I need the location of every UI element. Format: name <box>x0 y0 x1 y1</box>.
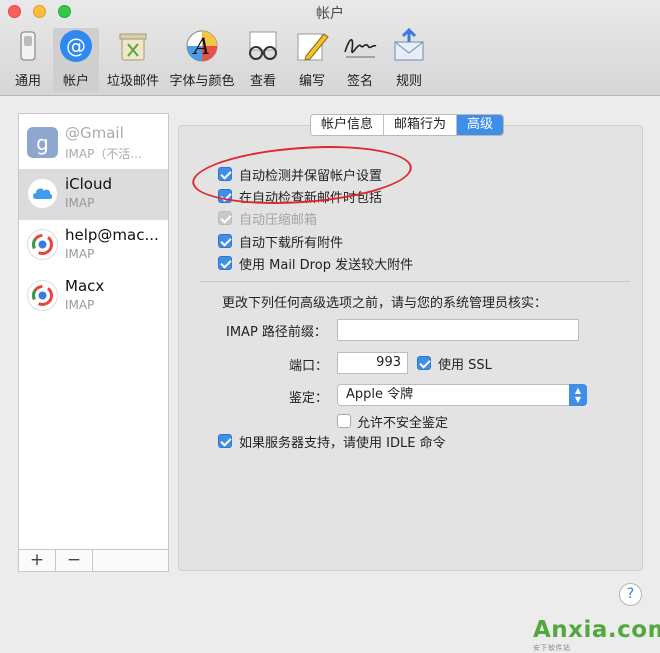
port-label: 端口： <box>289 359 329 374</box>
account-item-gmail[interactable]: g @Gmail IMAP（不活... <box>19 118 168 169</box>
auto-compact-checkbox <box>218 211 232 225</box>
toolbar-label: 规则 <box>395 74 422 89</box>
use-idle-label: 如果服务器支持，请使用 IDLE 命令 <box>239 436 446 451</box>
tab-mailbox-behaviors[interactable]: 邮箱行为 <box>384 115 458 135</box>
select-arrows-icon: ▲ ▼ <box>569 384 587 406</box>
help-button[interactable]: ? <box>619 583 642 606</box>
tab-advanced[interactable]: 高级 <box>457 115 504 135</box>
toolbar-rules[interactable]: 规则 <box>389 27 429 92</box>
window-title: 帐户 <box>316 6 344 22</box>
toolbar-junk[interactable]: 垃圾邮件 <box>104 28 162 92</box>
toolbar-compose[interactable]: 编写 <box>292 28 332 92</box>
account-name: iCloud <box>65 175 113 193</box>
toolbar-general[interactable]: 通用 <box>8 28 48 92</box>
imap-prefix-input[interactable] <box>337 319 579 341</box>
accounts-list: g @Gmail IMAP（不活... iCloud IMAP help@mac… <box>18 113 169 572</box>
imap-prefix-label: IMAP 路径前缀： <box>226 325 327 340</box>
mail-drop-checkbox[interactable] <box>218 256 232 270</box>
watermark-subtext: 安下软件站 <box>533 644 571 652</box>
auto-download-label: 自动下载所有附件 <box>239 236 344 251</box>
toolbar-label: 字体与颜色 <box>169 74 235 89</box>
account-item-help[interactable]: help@mac... IMAP <box>19 220 168 271</box>
account-item-icloud[interactable]: iCloud IMAP <box>19 169 168 220</box>
allow-insecure-label: 允许不安全鉴定 <box>357 416 449 431</box>
account-type: IMAP <box>65 247 95 261</box>
svg-text:A: A <box>192 35 210 60</box>
account-name: Macx <box>65 277 105 295</box>
account-type: IMAP <box>65 298 95 312</box>
trash-bin-icon <box>115 28 151 64</box>
icloud-icon <box>27 178 58 209</box>
remove-account-button[interactable]: − <box>56 550 93 571</box>
account-name: help@mac... <box>65 226 159 244</box>
pencil-icon <box>294 28 330 64</box>
gmail-g-icon: g <box>27 127 58 158</box>
tab-bar: 帐户信息 邮箱行为 高级 <box>310 114 505 136</box>
watermark-text: Anxia.com <box>533 617 660 643</box>
font-color-icon: A <box>184 28 220 64</box>
account-item-macx[interactable]: Macx IMAP <box>19 271 168 322</box>
svg-text:g: g <box>36 131 49 155</box>
glasses-icon <box>245 28 281 64</box>
mail-account-icon <box>27 229 58 260</box>
toolbar-accounts[interactable]: @ 帐户 <box>53 28 99 92</box>
title-bar: 帐户 通用 @ 帐户 垃圾邮件 A 字体与颜色 查看 编写 签名 规则 <box>0 0 660 96</box>
port-input[interactable]: 993 <box>337 352 408 374</box>
authentication-value: Apple 令牌 <box>346 387 414 402</box>
account-type: IMAP <box>65 196 95 210</box>
toolbar-label: 垃圾邮件 <box>106 74 159 89</box>
toolbar-label: 查看 <box>249 74 276 89</box>
use-ssl-label: 使用 SSL <box>438 358 492 373</box>
sidebar-footer: + − <box>19 549 168 571</box>
authentication-label: 鉴定： <box>289 391 329 406</box>
tab-account-info[interactable]: 帐户信息 <box>311 115 385 135</box>
svg-text:@: @ <box>66 34 86 58</box>
toolbar-label: 签名 <box>346 74 373 89</box>
toolbar-signatures[interactable]: 签名 <box>338 28 382 92</box>
at-sign-icon: @ <box>58 28 94 64</box>
authentication-select[interactable]: Apple 令牌 ▲ ▼ <box>337 384 587 406</box>
switch-icon <box>10 28 46 64</box>
section-divider <box>200 281 630 282</box>
signature-icon <box>342 28 378 64</box>
account-name: @Gmail <box>65 124 124 142</box>
rules-envelope-icon <box>391 27 427 64</box>
mail-account-icon <box>27 280 58 311</box>
toolbar-fonts-colors[interactable]: A 字体与颜色 <box>166 28 238 92</box>
toolbar-label: 编写 <box>298 74 325 89</box>
toolbar-label: 通用 <box>14 74 41 89</box>
use-ssl-checkbox[interactable] <box>417 356 431 370</box>
use-idle-checkbox[interactable] <box>218 434 232 448</box>
mail-drop-label: 使用 Mail Drop 发送较大附件 <box>239 258 414 273</box>
toolbar-view[interactable]: 查看 <box>243 28 283 92</box>
auto-download-checkbox[interactable] <box>218 234 232 248</box>
auto-compact-label: 自动压缩邮箱 <box>239 213 318 228</box>
allow-insecure-checkbox[interactable] <box>337 414 351 428</box>
account-type: IMAP（不活... <box>65 147 142 161</box>
advanced-note: 更改下列任何高级选项之前，请与您的系统管理员核实： <box>222 296 548 311</box>
add-account-button[interactable]: + <box>19 550 56 571</box>
watermark-logo: Anxia.com 安下软件站 <box>533 617 660 653</box>
toolbar-label: 帐户 <box>62 74 89 89</box>
